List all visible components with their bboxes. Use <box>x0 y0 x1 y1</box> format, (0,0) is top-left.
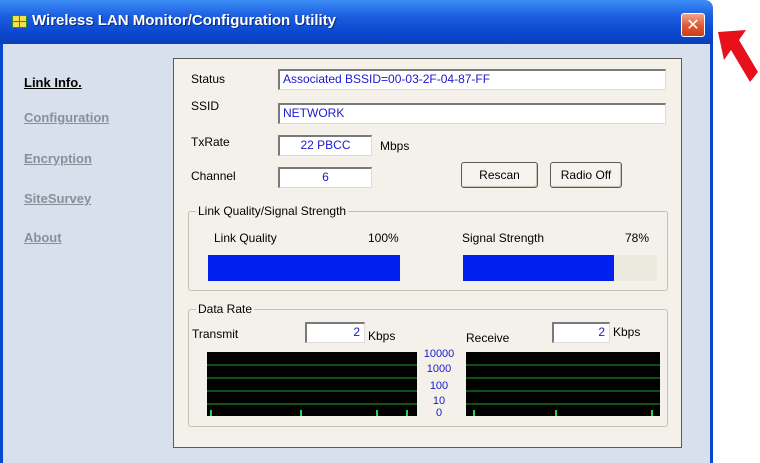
link-quality-group-title: Link Quality/Signal Strength <box>196 204 349 218</box>
signal-strength-value: 78% <box>625 231 650 245</box>
sidebar-item-encryption[interactable]: Encryption <box>24 151 92 166</box>
red-arrow-icon <box>718 30 758 82</box>
receive-field: 2 <box>552 322 610 343</box>
signal-strength-label: Signal Strength <box>462 231 545 245</box>
link-quality-bar-fill <box>208 255 400 281</box>
data-rate-group-title: Data Rate <box>196 302 255 316</box>
app-window: Wireless LAN Monitor/Configuration Utili… <box>0 0 713 463</box>
scale-100: 100 <box>429 380 449 392</box>
transmit-field: 2 <box>305 322 365 343</box>
title-bar[interactable]: Wireless LAN Monitor/Configuration Utili… <box>0 0 713 44</box>
transmit-label: Transmit <box>192 327 239 341</box>
txrate-unit: Mbps <box>380 139 410 153</box>
close-icon: ✕ <box>686 15 700 34</box>
txrate-field: 22 PBCC <box>278 135 372 156</box>
receive-unit: Kbps <box>613 325 641 339</box>
close-button[interactable]: ✕ <box>681 13 705 37</box>
radio-off-button[interactable]: Radio Off <box>550 162 622 188</box>
receive-graph <box>466 352 660 416</box>
sidebar-item-configuration[interactable]: Configuration <box>24 110 109 125</box>
receive-label: Receive <box>466 331 510 345</box>
transmit-unit: Kbps <box>368 329 396 343</box>
ssid-label: SSID <box>191 99 220 113</box>
status-field: Associated BSSID=00-03-2F-04-87-FF <box>278 69 666 90</box>
link-quality-label: Link Quality <box>214 231 277 245</box>
link-quality-bar <box>208 255 400 281</box>
channel-field: 6 <box>278 167 372 188</box>
signal-strength-bar <box>463 255 657 281</box>
link-quality-value: 100% <box>368 231 399 245</box>
status-label: Status <box>191 72 226 86</box>
transmit-graph <box>207 352 417 416</box>
scale-0: 0 <box>435 407 443 419</box>
link-info-panel: Status Associated BSSID=00-03-2F-04-87-F… <box>173 58 682 448</box>
sidebar-item-sitesurvey[interactable]: SiteSurvey <box>24 191 91 206</box>
scale-10: 10 <box>432 395 446 407</box>
signal-strength-bar-fill <box>463 255 615 281</box>
network-card-icon <box>12 15 27 28</box>
rescan-button[interactable]: Rescan <box>461 162 538 188</box>
txrate-label: TxRate <box>191 135 230 149</box>
scale-10000: 10000 <box>423 348 455 360</box>
window-title: Wireless LAN Monitor/Configuration Utili… <box>32 12 337 29</box>
ssid-field: NETWORK <box>278 103 666 124</box>
sidebar-item-about[interactable]: About <box>24 230 62 245</box>
channel-label: Channel <box>191 169 236 183</box>
scale-1000: 1000 <box>426 363 452 375</box>
sidebar-item-link-info[interactable]: Link Info. <box>24 75 82 90</box>
